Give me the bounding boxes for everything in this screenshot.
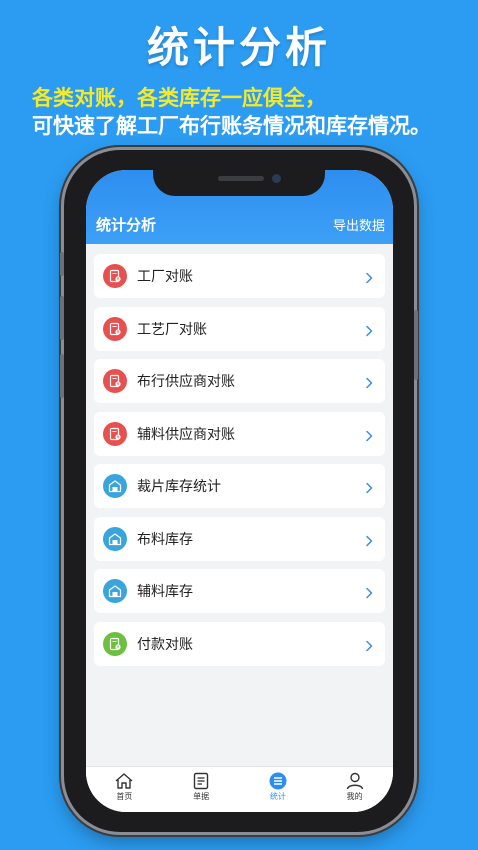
chevron-right-icon — [365, 374, 373, 393]
chevron-right-icon — [365, 479, 373, 498]
promo-title: 统计分析 — [146, 23, 331, 72]
svg-text:¥: ¥ — [117, 329, 120, 334]
user-icon — [346, 772, 363, 790]
menu-item[interactable]: ¥ 布行供应商对账 — [94, 359, 385, 403]
document-icon — [193, 772, 209, 790]
phone-speaker — [218, 176, 264, 181]
chevron-right-icon — [365, 269, 373, 288]
menu-item[interactable]: 辅料库存 — [94, 569, 385, 613]
tab-label: 我的 — [346, 792, 363, 801]
phone-volume-down — [60, 354, 64, 398]
stats-menu-list: ¥ 工厂对账 ¥ 工艺厂对账 ¥ 布行供应商对账 ¥ 辅料供应商对账 裁片库存统计 布料库存辅料库… — [94, 254, 385, 674]
menu-item-label: 付款对账 — [137, 636, 193, 653]
warehouse-icon — [103, 526, 127, 551]
chevron-right-icon — [365, 532, 373, 551]
payment-icon: ¥ — [103, 631, 127, 656]
tab-profile[interactable]: 我的 — [316, 767, 393, 812]
bottom-tab-bar: 首页 单据 统计 我的 — [86, 766, 393, 812]
app-screen: 统计分析 导出数据 ¥ 工厂对账 ¥ 工艺厂对账 ¥ 布行供应商对账 ¥ 辅料供应商对账 裁片库… — [86, 170, 393, 812]
phone-power-button — [414, 310, 418, 380]
menu-item-label: 工厂对账 — [137, 269, 193, 285]
page-title: 统计分析 — [96, 216, 157, 234]
promo-line-1: 各类对账，各类库存一应俱全， — [32, 86, 326, 110]
menu-item-label: 布行供应商对账 — [137, 374, 235, 390]
svg-text:¥: ¥ — [117, 644, 120, 649]
warehouse-icon — [103, 474, 127, 498]
svg-text:¥: ¥ — [117, 382, 120, 387]
chevron-right-icon — [365, 637, 373, 656]
tab-home[interactable]: 首页 — [86, 767, 163, 812]
svg-text:¥: ¥ — [117, 434, 120, 439]
menu-item[interactable]: ¥ 付款对账 — [94, 621, 385, 666]
promo-line-2: 可快速了解工厂布行账务情况和库存情况。 — [32, 114, 431, 138]
menu-item[interactable]: 裁片库存统计 — [94, 464, 385, 508]
home-icon — [115, 773, 133, 789]
phone-volume-up — [60, 296, 64, 340]
chevron-right-icon — [365, 427, 373, 446]
stats-icon — [269, 772, 287, 790]
menu-item-label: 工艺厂对账 — [137, 321, 207, 338]
phone-camera — [272, 174, 281, 183]
svg-text:¥: ¥ — [117, 277, 120, 282]
bill-icon: ¥ — [103, 421, 127, 446]
menu-item[interactable]: ¥ 工艺厂对账 — [94, 306, 385, 351]
phone-mute-switch — [60, 252, 64, 276]
menu-item[interactable]: ¥ 辅料供应商对账 — [94, 411, 385, 456]
tab-label: 首页 — [116, 792, 133, 801]
bill-icon: ¥ — [103, 369, 127, 393]
tab-label: 统计 — [269, 792, 286, 801]
bill-icon: ¥ — [103, 316, 127, 341]
export-data-button[interactable]: 导出数据 — [333, 215, 385, 234]
menu-item-label: 布料库存 — [137, 531, 193, 548]
chevron-right-icon — [365, 322, 373, 341]
menu-item[interactable]: 布料库存 — [94, 516, 385, 561]
tab-stats[interactable]: 统计 — [240, 767, 317, 812]
tab-documents[interactable]: 单据 — [163, 767, 240, 812]
bill-icon: ¥ — [103, 264, 127, 288]
warehouse-icon — [103, 579, 127, 603]
menu-item[interactable]: ¥ 工厂对账 — [94, 254, 385, 298]
menu-item-label: 辅料供应商对账 — [137, 426, 235, 443]
chevron-right-icon — [365, 584, 373, 603]
menu-item-label: 辅料库存 — [137, 584, 193, 600]
tab-label: 单据 — [193, 792, 210, 801]
menu-item-label: 裁片库存统计 — [137, 479, 221, 495]
